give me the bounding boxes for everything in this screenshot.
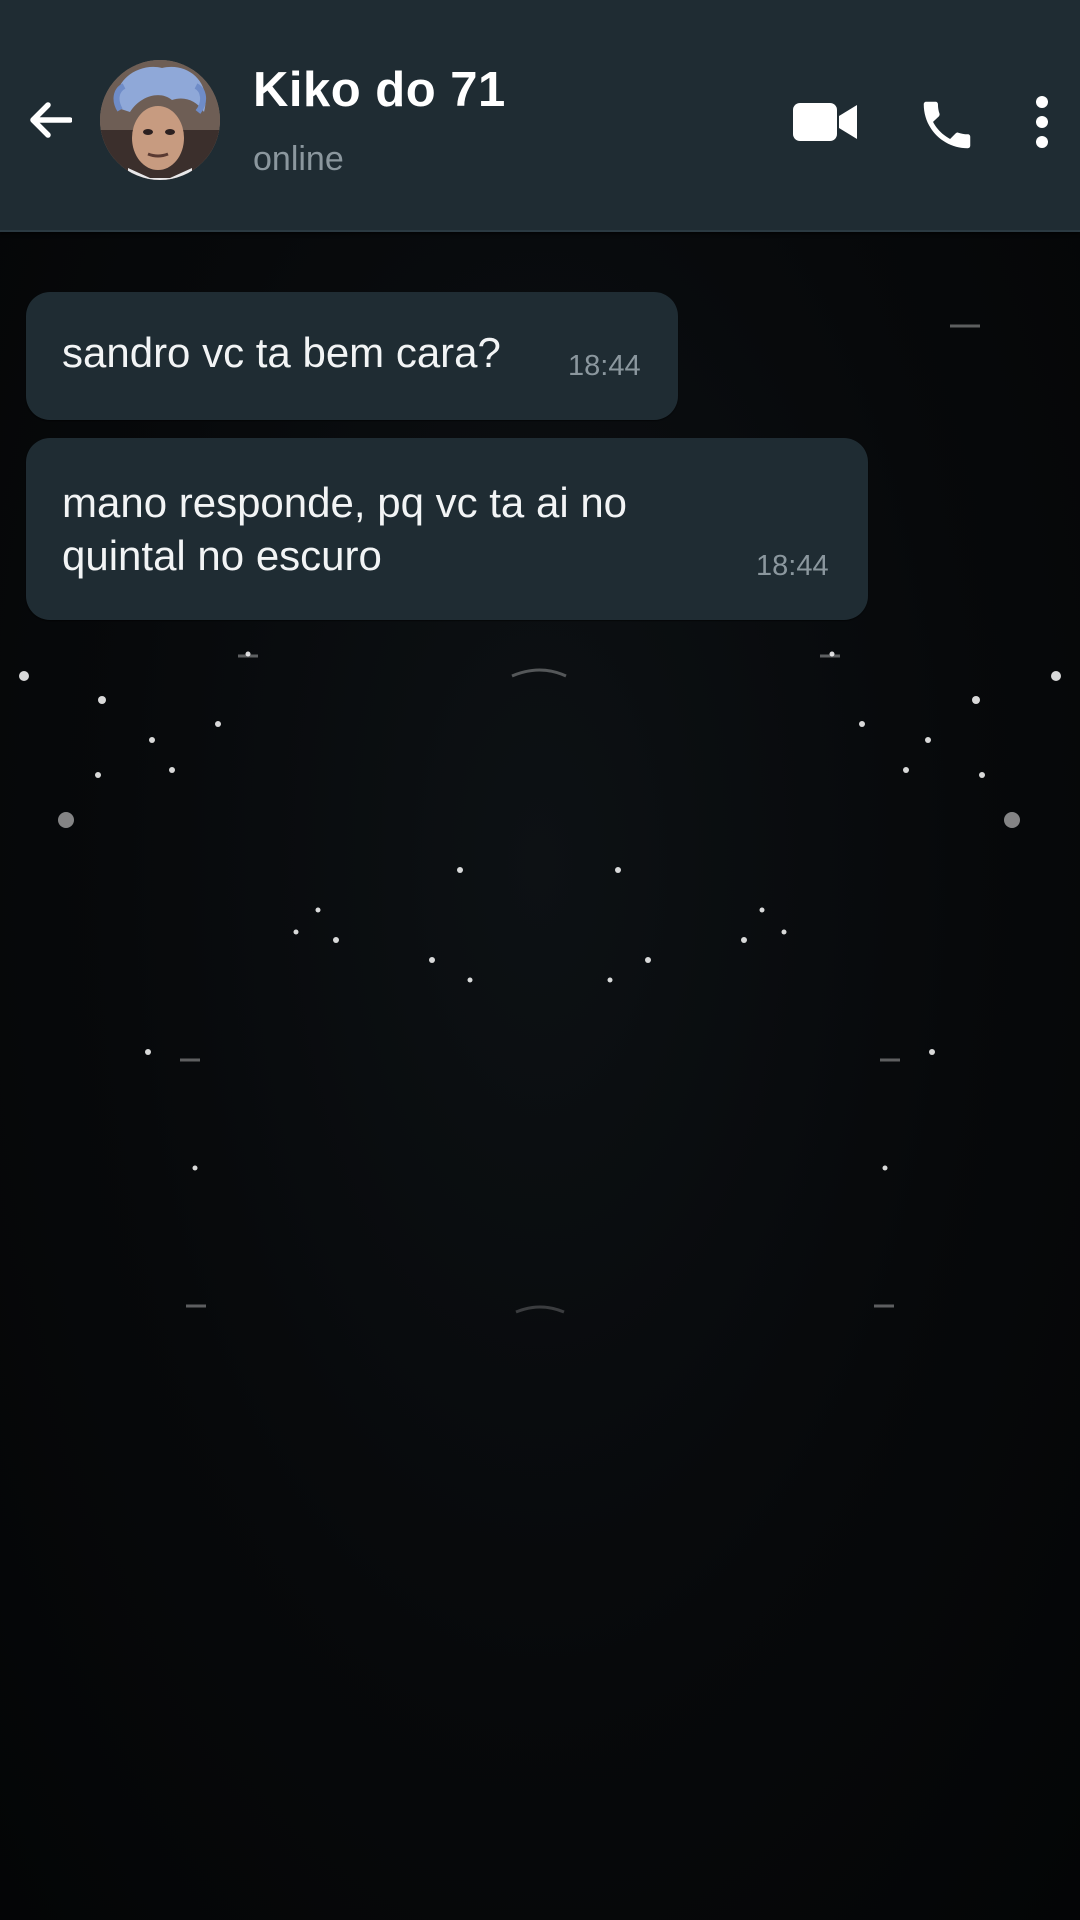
video-camera-icon (793, 103, 857, 141)
chat-screen: Kiko do 71 online sandro vc ta bem cara?… (0, 0, 1080, 1920)
voice-call-button[interactable] (912, 90, 982, 160)
message-time: 18:44 (756, 550, 829, 582)
chat-wallpaper (19, 320, 1061, 1314)
contact-status: online (253, 140, 344, 178)
more-options-button[interactable] (1022, 92, 1062, 152)
message-time: 18:44 (568, 350, 641, 382)
message-bubble[interactable]: mano responde, pq vc ta ai no quintal no… (26, 438, 868, 620)
more-vertical-icon (1036, 96, 1048, 148)
contact-avatar (100, 60, 220, 180)
contact-name[interactable]: Kiko do 71 (253, 62, 506, 118)
message-text: sandro vc ta bem cara? (62, 329, 501, 376)
video-call-button[interactable] (790, 92, 860, 152)
phone-icon (923, 101, 971, 149)
back-button[interactable] (20, 90, 80, 150)
message-text: mano responde, pq vc ta ai no quintal no… (62, 479, 628, 579)
message-bubble[interactable]: sandro vc ta bem cara? 18:44 (26, 292, 678, 420)
chat-header: Kiko do 71 online (0, 0, 1080, 232)
arrow-left-icon (30, 102, 72, 138)
avatar[interactable] (100, 60, 220, 180)
